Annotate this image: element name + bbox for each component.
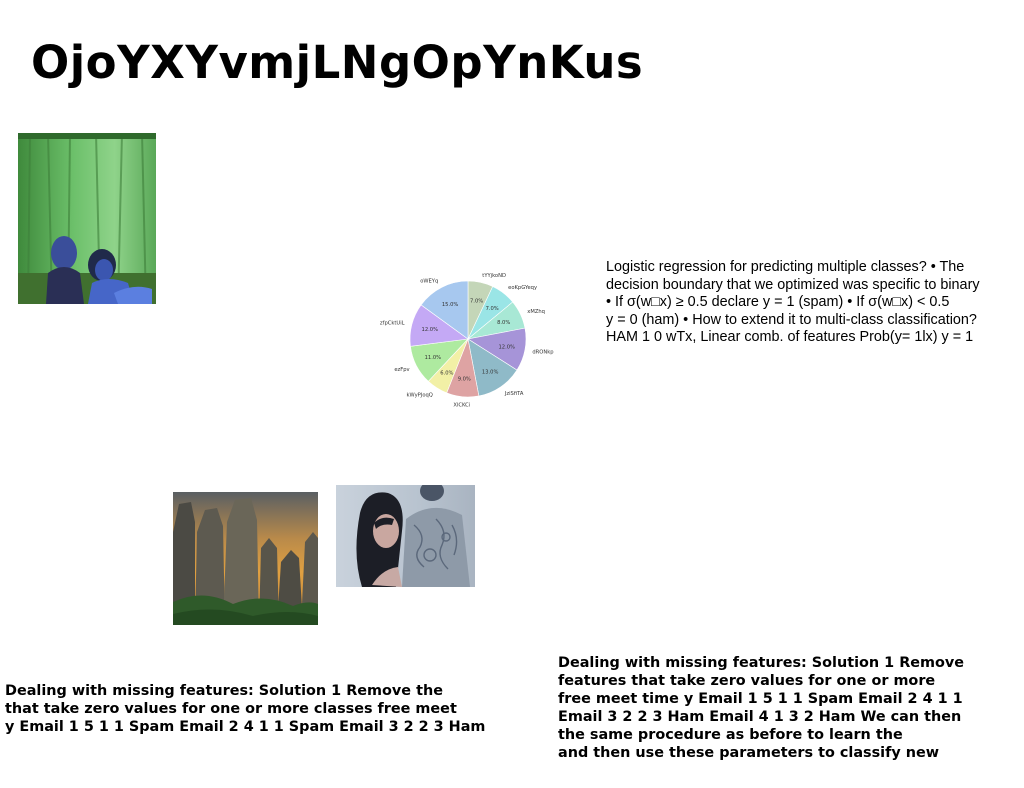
bold-left-line: y Email 1 5 1 1 Spam Email 2 4 1 1 Spam … [5,719,486,735]
photo-rock-pillars [173,492,318,625]
bold-right-line: and then use these parameters to classif… [558,745,940,761]
paragraph-line: y = 0 (ham) • How to extend it to multi-… [606,311,977,328]
pie-category-label: oWEYq [420,279,438,285]
paragraph-line: Logistic regression for predicting multi… [606,259,965,275]
page-title: OjoYXYvmjLNgOpYnKus [31,36,644,89]
pie-value-label: 12.0% [422,327,439,333]
pie-category-label: zfpCktUiL [380,321,405,327]
bold-right-line: the same procedure as before to learn th… [558,727,903,743]
pie-category-label: ezFpv [394,367,409,373]
pie-value-label: 7.0% [486,306,499,312]
bold-right-line: Dealing with missing features: Solution … [558,655,965,671]
pie-value-label: 11.0% [425,355,442,361]
pie-chart-svg: 7.0% tYYjkoND 7.0% eoKpGYeqy 8.0% xMZhq 12.0% d… [380,273,554,408]
pie-category-label: JziSfiTA [504,391,524,397]
pie-category-label: kWyPJoqQ [407,392,433,398]
bold-left-line: Dealing with missing features: Solution … [5,683,443,699]
pie-value-label: 13.0% [482,370,499,376]
pie-value-label: 6.0% [440,370,453,376]
bold-right-line: Email 3 2 2 3 Ham Email 4 1 3 2 Ham We c… [558,709,962,725]
pie-category-label: XlCKCi [453,402,470,408]
pie-category-label: eoKpGYeqy [508,285,537,291]
pie-category-label: tYYjkoND [482,273,506,279]
photo-people-green-curtain [18,133,156,304]
pie-value-label: 15.0% [442,302,459,308]
bold-right-line: free meet time y Email 1 5 1 1 Spam Emai… [558,691,963,707]
pie-category-label: dRONkp [532,349,554,355]
pie-value-label: 7.0% [470,299,483,305]
paragraph-line: HAM 1 0 wTx, Linear comb. of features Pr… [606,329,974,346]
photo-woman-tattooed-man [336,485,475,587]
pie-value-label: 12.0% [498,344,515,350]
paragraph-line: • If σ(w□x) ≥ 0.5 declare y = 1 (spam) •… [606,294,950,311]
paragraph-line: decision boundary that we optimized was … [606,276,980,293]
pie-category-label: xMZhq [527,309,545,315]
missing-features-text-right: Dealing with missing features: Solution … [558,654,964,762]
bold-right-line: features that take zero values for one o… [558,673,936,689]
logistic-regression-paragraph: Logistic regression for predicting multi… [606,259,1024,347]
pie-value-label: 8.0% [497,320,510,326]
pie-chart: 7.0% tYYjkoND 7.0% eoKpGYeqy 8.0% xMZhq 12.0% d… [380,245,565,435]
pie-value-label: 9.0% [458,376,471,382]
bold-left-line: that take zero values for one or more cl… [5,701,457,717]
missing-features-text-left: Dealing with missing features: Solution … [5,682,485,736]
